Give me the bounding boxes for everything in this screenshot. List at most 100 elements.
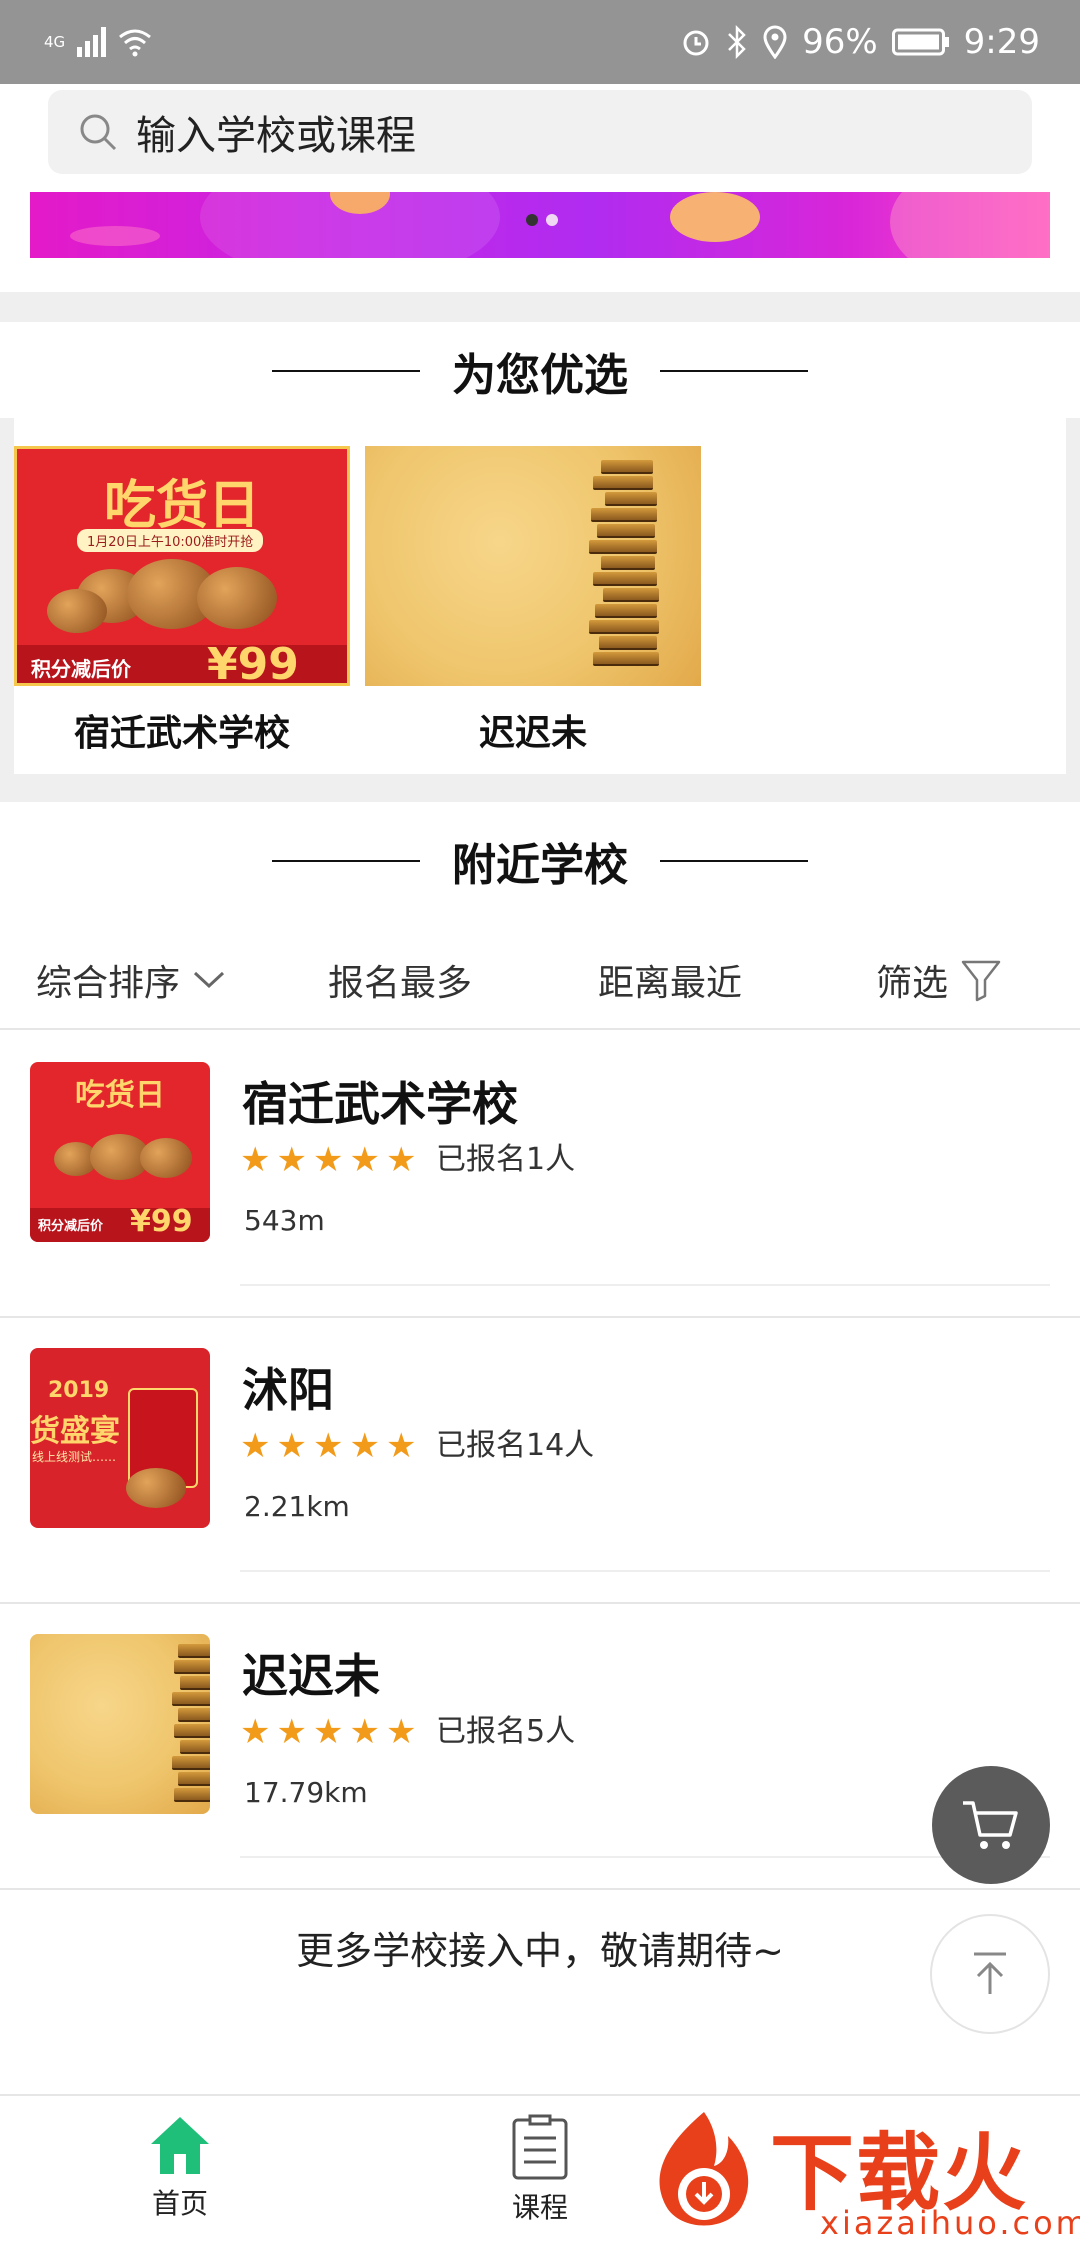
star-icon: ★: [312, 1712, 344, 1752]
thumb-price-label: 积分减后价: [38, 1219, 104, 1234]
course-icon: [512, 2114, 568, 2180]
recommend-list: 吃货日 1月20日上午10:00准时开抢 积分减后价 ¥99 宿迁武术学校 迟迟…: [14, 418, 1066, 774]
back-to-top-button[interactable]: [930, 1914, 1050, 2034]
star-icon: ★: [385, 1426, 417, 1466]
clock: 9:29: [963, 22, 1040, 62]
promo-image: 吃货日 1月20日上午10:00准时开抢 积分减后价 ¥99: [14, 446, 350, 686]
star-icon: ★: [349, 1712, 380, 1752]
promo-price-bar: 积分减后价 ¥99: [17, 639, 347, 683]
school-name: 迟迟未: [242, 1649, 380, 1703]
divider: [0, 292, 1080, 322]
school-thumbnail: [30, 1634, 210, 1814]
tab-home-label: 首页: [151, 2187, 208, 2220]
battery-icon: [891, 28, 949, 56]
watermark-logo: 下载火 xiazaihuo.com: [640, 2100, 1080, 2244]
sort-label: 综合排序: [36, 963, 181, 1004]
school-list-item[interactable]: 迟迟未 ★ ★ ★ ★ ★ 已报名5人 17.79km: [0, 1604, 1080, 1890]
promo-banner[interactable]: [30, 192, 1050, 258]
cart-button[interactable]: [932, 1766, 1050, 1884]
nearby-title: 附近学校: [452, 840, 628, 891]
network-type: 4G: [44, 33, 66, 51]
distance: 2.21km: [244, 1490, 350, 1523]
recommend-title: 为您优选: [452, 350, 628, 401]
banner-dot: [546, 214, 558, 226]
item-divider: [240, 1856, 1050, 1858]
alarm-icon: [683, 30, 709, 56]
recommend-card[interactable]: 吃货日 1月20日上午10:00准时开抢 积分减后价 ¥99 宿迁武术学校: [14, 446, 350, 756]
recommend-card-name: 迟迟未: [478, 713, 587, 754]
star-icon: ★: [385, 1712, 417, 1752]
thumb-headline: 吃货日: [75, 1078, 165, 1113]
watermark-domain: xiazaihuo.com: [820, 2204, 1080, 2242]
star-icon: ★: [276, 1140, 307, 1180]
chevron-down-icon: [193, 971, 225, 989]
arrow-up-icon: [974, 1952, 1006, 1994]
star-icon: ★: [276, 1426, 307, 1466]
books-image: [365, 446, 701, 686]
wifi-icon: [119, 29, 152, 57]
nearby-section-title: 附近学校: [0, 816, 1080, 906]
tab-home[interactable]: 首页: [100, 2114, 260, 2222]
rating-stars: ★ ★ ★ ★ ★: [240, 1428, 416, 1464]
item-divider: [240, 1284, 1050, 1286]
item-divider: [240, 1570, 1050, 1572]
thumb-headline: 货盛宴: [30, 1414, 120, 1449]
distance: 17.79km: [244, 1776, 368, 1809]
school-thumbnail: 吃货日 积分减后价 ¥99: [30, 1062, 210, 1242]
recommend-card[interactable]: 迟迟未: [365, 446, 701, 756]
recommend-card-name: 宿迁武术学校: [73, 713, 290, 754]
star-icon: ★: [349, 1140, 380, 1180]
status-bar: 4G 96% 9:29: [0, 0, 1080, 84]
thumb-price: ¥99: [130, 1204, 193, 1239]
star-icon: ★: [276, 1712, 307, 1752]
promo-price: ¥99: [207, 639, 299, 686]
star-icon: ★: [240, 1140, 271, 1180]
school-name: 宿迁武术学校: [242, 1077, 518, 1131]
sort-nearest[interactable]: 距离最近: [598, 930, 742, 1030]
filter-button[interactable]: 筛选: [876, 930, 1002, 1030]
star-icon: ★: [240, 1712, 271, 1752]
star-icon: ★: [349, 1426, 380, 1466]
filter-bar: 综合排序 报名最多 距离最近 筛选: [0, 930, 1080, 1030]
promo-headline: 吃货日: [103, 476, 260, 536]
school-name: 沭阳: [242, 1363, 334, 1417]
promo-date: 1月20日上午10:00准时开抢: [77, 529, 264, 552]
search-placeholder: 输入学校或课程: [136, 113, 416, 159]
filter-label: 筛选: [876, 963, 949, 1004]
enrolled-count: 已报名1人: [436, 1142, 576, 1177]
star-icon: ★: [240, 1426, 271, 1466]
bluetooth-icon: [728, 25, 746, 59]
tab-course[interactable]: 课程: [460, 2114, 620, 2226]
thumb-sub: 线上线测试……: [32, 1450, 117, 1464]
sort-dropdown[interactable]: 综合排序: [36, 930, 226, 1030]
star-icon: ★: [312, 1426, 344, 1466]
star-icon: ★: [312, 1140, 344, 1180]
nearest-label: 距离最近: [598, 963, 743, 1004]
search-icon: [80, 114, 117, 151]
search-input[interactable]: 输入学校或课程: [48, 90, 1032, 174]
banner-pagination: [526, 214, 558, 226]
funnel-icon: [961, 960, 1001, 1002]
tab-course-label: 课程: [511, 2191, 568, 2224]
enrolled-count: 已报名5人: [436, 1714, 576, 1749]
divider: [0, 774, 1080, 802]
school-list-item[interactable]: 2019 货盛宴 线上线测试…… 沭阳 ★ ★ ★ ★ ★ 已报名14人 2.21km: [0, 1318, 1080, 1604]
distance: 543m: [244, 1204, 325, 1237]
promo-price-label: 积分减后价: [31, 657, 131, 681]
cart-icon: [963, 1801, 1018, 1849]
rating-stars: ★ ★ ★ ★ ★: [240, 1142, 416, 1178]
location-icon: [763, 25, 787, 59]
most-enrolled-label: 报名最多: [328, 963, 473, 1004]
more-schools-note: 更多学校接入中，敬请期待~: [296, 1929, 784, 1973]
home-icon: [151, 2117, 209, 2174]
star-icon: ★: [385, 1140, 417, 1180]
flame-logo-icon: [659, 2112, 749, 2226]
enrolled-count: 已报名14人: [436, 1428, 595, 1463]
sort-most-enrolled[interactable]: 报名最多: [328, 930, 472, 1030]
battery-percent: 96%: [802, 22, 878, 62]
recommend-section-title: 为您优选: [0, 326, 1080, 416]
school-list-item[interactable]: 吃货日 积分减后价 ¥99 宿迁武术学校 ★ ★ ★ ★ ★ 已报名1人 543m: [0, 1032, 1080, 1318]
thumb-year: 2019: [48, 1378, 110, 1403]
school-thumbnail: 2019 货盛宴 线上线测试……: [30, 1348, 210, 1528]
rating-stars: ★ ★ ★ ★ ★: [240, 1714, 416, 1750]
